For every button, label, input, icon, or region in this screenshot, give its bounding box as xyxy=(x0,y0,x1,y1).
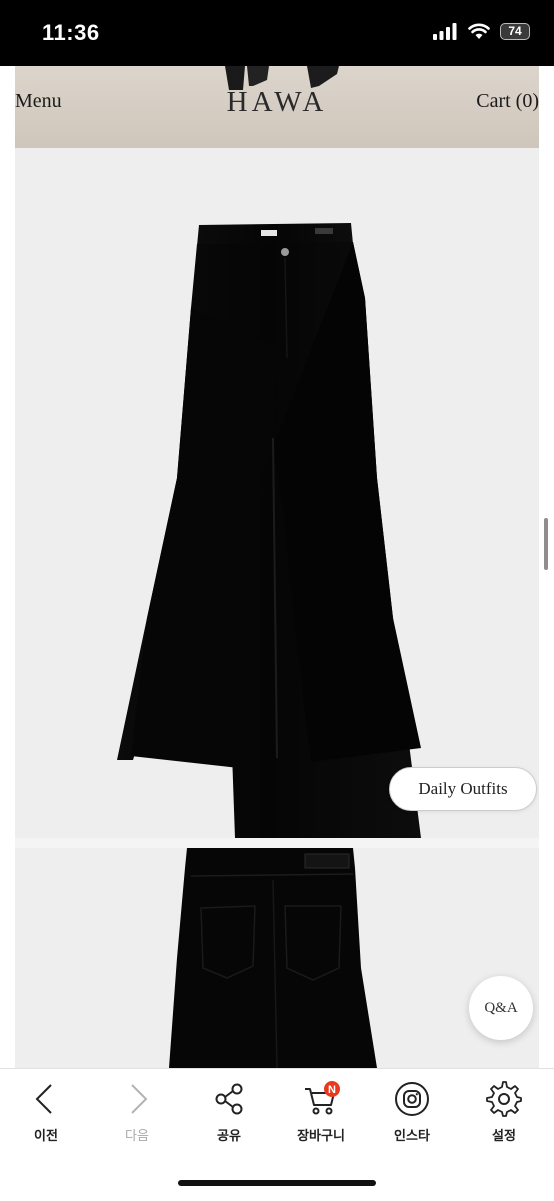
scrollbar[interactable] xyxy=(544,518,548,570)
battery-icon: 74 xyxy=(500,22,530,40)
home-indicator[interactable] xyxy=(178,1180,376,1186)
image-divider xyxy=(15,838,539,848)
settings-button[interactable]: 설정 xyxy=(464,1079,544,1144)
chevron-right-icon xyxy=(131,1084,148,1114)
status-time: 11:36 xyxy=(42,20,100,45)
battery-level: 74 xyxy=(508,24,522,38)
status-bar: 11:36 74 xyxy=(0,0,554,66)
product-gallery xyxy=(15,148,539,1068)
product-image-front[interactable] xyxy=(15,148,539,838)
back-label: 이전 xyxy=(34,1129,58,1144)
instagram-button[interactable]: 인스타 xyxy=(372,1079,452,1144)
cart-link[interactable]: Cart (0) xyxy=(476,90,539,113)
qa-button[interactable]: Q&A xyxy=(469,976,533,1040)
instagram-icon xyxy=(395,1082,429,1116)
web-viewport: Menu HAWA Cart (0) Daily Outfits Q&A xyxy=(0,66,554,1068)
product-image-back[interactable] xyxy=(15,848,539,1068)
daily-outfits-button[interactable]: Daily Outfits xyxy=(389,767,537,811)
share-icon xyxy=(215,1083,243,1115)
forward-button[interactable]: 다음 xyxy=(97,1079,177,1144)
signal-icon xyxy=(433,23,457,40)
cart-icon: N xyxy=(305,1081,340,1115)
brand-logo[interactable]: HAWA xyxy=(15,86,539,119)
share-button[interactable]: 공유 xyxy=(189,1079,269,1144)
wifi-icon xyxy=(468,23,490,39)
share-label: 공유 xyxy=(217,1129,241,1144)
settings-label: 설정 xyxy=(492,1129,516,1144)
cart-label: 장바구니 xyxy=(297,1129,345,1144)
chevron-left-icon xyxy=(35,1084,52,1114)
gear-icon xyxy=(486,1081,522,1117)
forward-label: 다음 xyxy=(125,1129,149,1144)
cart-button[interactable]: N 장바구니 xyxy=(281,1079,361,1144)
back-button[interactable]: 이전 xyxy=(6,1079,86,1144)
instagram-label: 인스타 xyxy=(394,1129,430,1144)
site-header: Menu HAWA Cart (0) xyxy=(15,66,539,148)
status-icons: 74 xyxy=(432,22,530,40)
cart-badge-text: N xyxy=(328,1084,336,1096)
